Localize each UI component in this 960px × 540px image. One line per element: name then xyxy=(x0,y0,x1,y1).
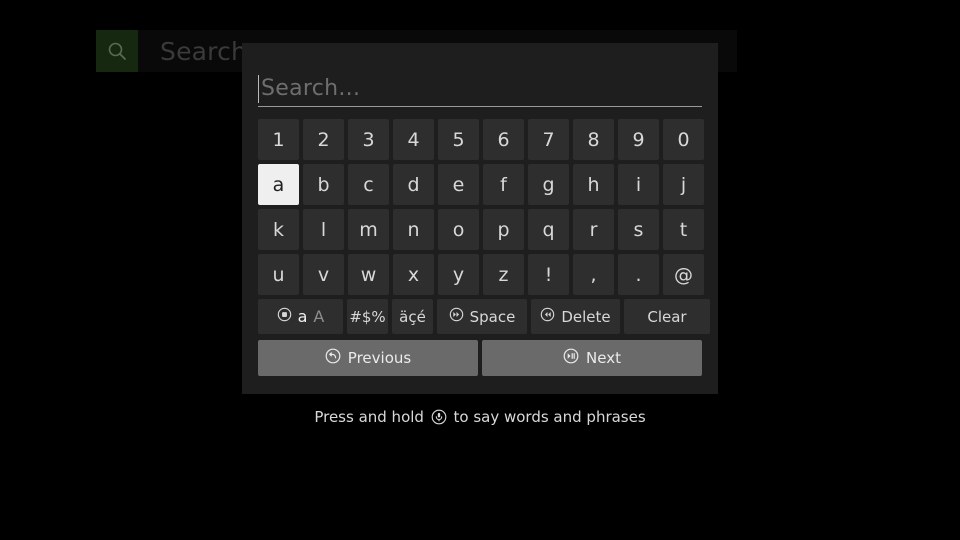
key-w[interactable]: w xyxy=(348,254,389,295)
keyboard-row: 1234567890 xyxy=(258,119,704,160)
key-l[interactable]: l xyxy=(303,209,344,250)
key-3[interactable]: 3 xyxy=(348,119,389,160)
delete-key[interactable]: Delete xyxy=(531,299,620,334)
circle-square-button-icon xyxy=(277,307,292,326)
circle-back-arrow-icon xyxy=(325,348,341,368)
key-5[interactable]: 5 xyxy=(438,119,479,160)
key-j[interactable]: j xyxy=(663,164,704,205)
key-q[interactable]: q xyxy=(528,209,569,250)
text-caret xyxy=(258,75,259,103)
previous-button-label: Previous xyxy=(347,349,412,367)
keyboard-nav-row: Previous Next xyxy=(258,340,702,376)
keyboard-function-row: aA #$% äçé Space Delete Clear xyxy=(258,299,710,334)
key-m[interactable]: m xyxy=(348,209,389,250)
key-@[interactable]: @ xyxy=(663,254,704,295)
keyboard-row: u v w x y z!,. @ xyxy=(258,254,704,295)
key-4[interactable]: 4 xyxy=(393,119,434,160)
tv-search-screen: Search... Search... 1234567890abcdefghij… xyxy=(0,0,960,540)
circle-microphone-icon xyxy=(431,409,447,429)
circle-play-pause-icon xyxy=(563,348,579,368)
toggle-case-upper-label: A xyxy=(313,307,325,326)
search-input[interactable]: Search... xyxy=(258,74,702,107)
clear-key[interactable]: Clear xyxy=(624,299,710,334)
onscreen-keyboard-dialog: Search... 1234567890abcdefghijklmnopqrst… xyxy=(242,43,718,394)
key-d[interactable]: d xyxy=(393,164,434,205)
key-f[interactable]: f xyxy=(483,164,524,205)
key-b[interactable]: b xyxy=(303,164,344,205)
voice-hint: Press and hold to say words and phrases xyxy=(0,408,960,429)
key-7[interactable]: 7 xyxy=(528,119,569,160)
clear-key-label: Clear xyxy=(647,307,687,326)
key-e[interactable]: e xyxy=(438,164,479,205)
voice-hint-before: Press and hold xyxy=(314,408,424,426)
key-z[interactable]: z xyxy=(483,254,524,295)
key-2[interactable]: 2 xyxy=(303,119,344,160)
keyboard-key-grid: 1 2 3 4 5 6 7 8 9 0 a b c d e f g h i j k l m n o p q r s t u v w x y z!,. @ xyxy=(258,119,704,295)
delete-key-label: Delete xyxy=(561,307,611,326)
symbols-key-label: #$% xyxy=(349,307,386,326)
key-8[interactable]: 8 xyxy=(573,119,614,160)
key-p[interactable]: p xyxy=(483,209,524,250)
key-v[interactable]: v xyxy=(303,254,344,295)
key-,[interactable]: , xyxy=(573,254,614,295)
key-6[interactable]: 6 xyxy=(483,119,524,160)
toggle-case-key[interactable]: aA xyxy=(258,299,343,334)
keyboard-row: abcdefghij xyxy=(258,164,704,205)
key-a[interactable]: a xyxy=(258,164,299,205)
key-n[interactable]: n xyxy=(393,209,434,250)
next-button[interactable]: Next xyxy=(482,340,702,376)
toggle-case-lower-label: a xyxy=(297,307,308,326)
space-key[interactable]: Space xyxy=(437,299,527,334)
accents-key-label: äçé xyxy=(399,307,426,326)
key-0[interactable]: 0 xyxy=(663,119,704,160)
next-button-label: Next xyxy=(586,349,621,367)
previous-button[interactable]: Previous xyxy=(258,340,478,376)
key-g[interactable]: g xyxy=(528,164,569,205)
key-r[interactable]: r xyxy=(573,209,614,250)
key-u[interactable]: u xyxy=(258,254,299,295)
key-![interactable]: ! xyxy=(528,254,569,295)
key-h[interactable]: h xyxy=(573,164,614,205)
key-o[interactable]: o xyxy=(438,209,479,250)
key-9[interactable]: 9 xyxy=(618,119,659,160)
space-key-label: Space xyxy=(469,307,516,326)
search-icon[interactable] xyxy=(96,30,138,72)
key-k[interactable]: k xyxy=(258,209,299,250)
circle-fast-forward-icon xyxy=(449,307,464,326)
voice-hint-after: to say words and phrases xyxy=(453,408,646,426)
key-.[interactable]: . xyxy=(618,254,659,295)
symbols-key[interactable]: #$% xyxy=(347,299,388,334)
key-x[interactable]: x xyxy=(393,254,434,295)
key-y[interactable]: y xyxy=(438,254,479,295)
circle-rewind-icon xyxy=(540,307,555,326)
key-c[interactable]: c xyxy=(348,164,389,205)
key-1[interactable]: 1 xyxy=(258,119,299,160)
key-s[interactable]: s xyxy=(618,209,659,250)
search-input-placeholder: Search... xyxy=(261,76,361,101)
key-t[interactable]: t xyxy=(663,209,704,250)
key-i[interactable]: i xyxy=(618,164,659,205)
accents-key[interactable]: äçé xyxy=(392,299,433,334)
keyboard-row: klmnopqrst xyxy=(258,209,704,250)
